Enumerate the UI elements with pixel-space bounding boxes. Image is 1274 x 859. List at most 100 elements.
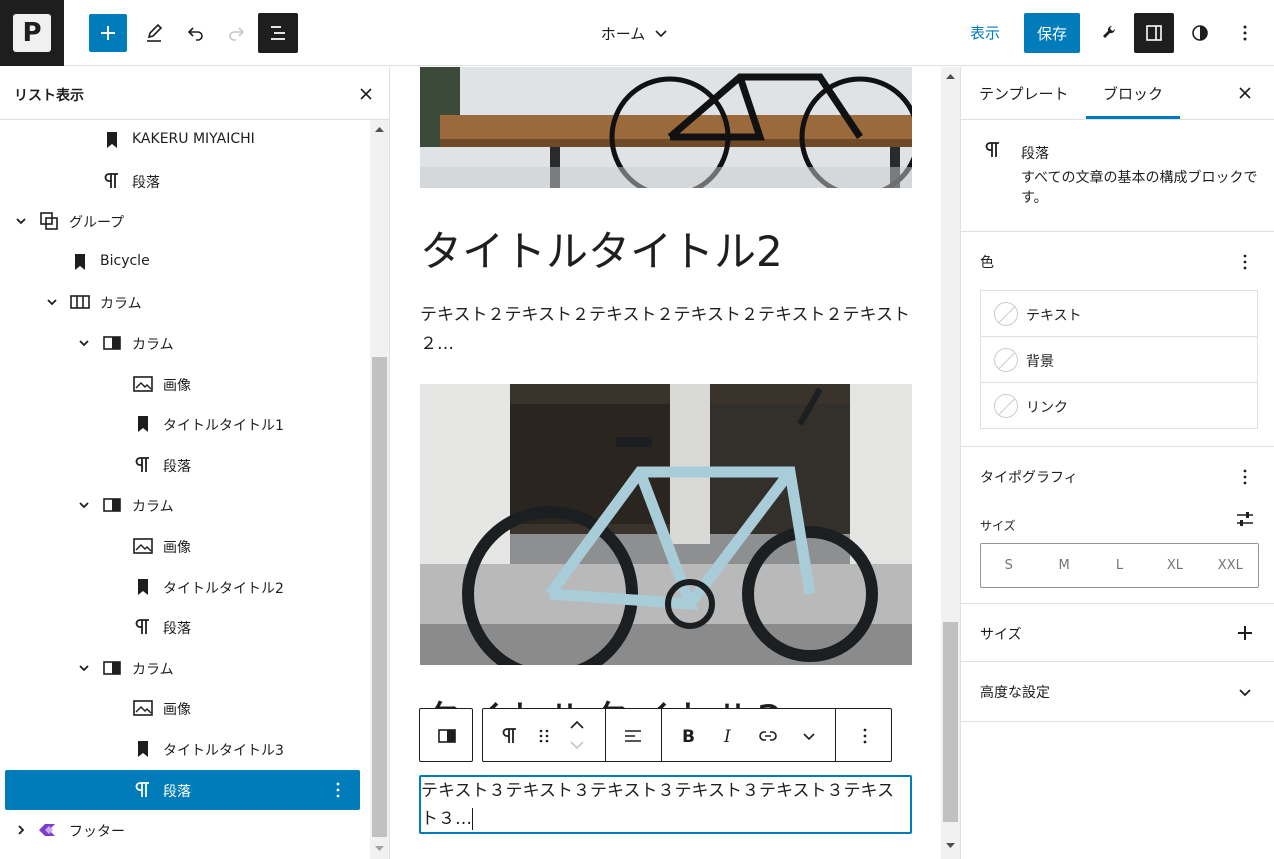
bookmark-icon [138,578,148,595]
chevron-down-icon[interactable] [76,660,92,676]
list-view-item[interactable]: 画像 [5,364,360,404]
list-view-icon [271,26,285,40]
color-panel-title: 色 [980,255,994,271]
list-view-item[interactable]: KAKERU MIYAICHI [5,120,360,160]
italic-icon[interactable]: I [716,724,740,748]
bicycle-image-3[interactable] [420,384,912,665]
close-icon[interactable] [1233,81,1257,105]
color-link-option[interactable]: リンク [981,383,1257,429]
styles-button[interactable] [1180,13,1220,53]
scroll-down-arrow-icon[interactable] [375,844,384,853]
list-view-item[interactable]: タイトルタイトル1 [5,404,360,444]
drag-handle-icon[interactable] [532,724,556,748]
font-size-m[interactable]: M [1036,544,1091,587]
font-size-xl[interactable]: XL [1147,544,1202,587]
font-size-s[interactable]: S [981,544,1036,587]
settings-sliders-icon[interactable] [1233,507,1257,531]
color-swatch [994,302,1018,326]
list-view-item[interactable]: タイトルタイトル2 [5,567,360,607]
list-view-scroll-thumb[interactable] [372,357,387,837]
save-button[interactable]: 保存 [1024,13,1080,53]
block-card-title: 段落 [1021,146,1049,162]
document-title-dropdown[interactable]: ホーム [560,20,710,46]
dimensions-panel-title: サイズ [980,627,1022,643]
chevron-down-icon[interactable] [76,335,92,351]
list-view-item-label: KAKERU MIYAICHI [132,131,255,147]
plus-icon[interactable] [1233,621,1257,645]
align-left-icon[interactable] [621,724,645,748]
more-vertical-icon[interactable] [1233,250,1257,274]
list-view-item[interactable]: 段落 [5,607,360,647]
more-vertical-icon[interactable] [853,724,877,748]
plus-icon [101,26,115,40]
tab-block[interactable]: ブロック [1103,83,1163,104]
move-up-icon[interactable] [565,717,589,733]
chevron-down-icon[interactable] [76,497,92,513]
move-down-icon[interactable] [565,737,589,753]
heading-block-2[interactable]: タイトルタイトル2 [420,218,783,279]
color-text-option[interactable]: テキスト [981,291,1257,337]
chevron-down-icon[interactable] [797,724,821,748]
editor-header: P ホーム 表示 保存 [0,0,1274,66]
list-view-item[interactable]: カラム [5,648,360,688]
canvas-scroll-thumb[interactable] [943,622,958,822]
color-options: テキスト 背景 リンク [980,290,1258,429]
column-icon[interactable] [435,724,459,748]
tab-template[interactable]: テンプレート [979,83,1069,104]
paragraph-block-2[interactable]: テキスト２テキスト２テキスト２テキスト２テキスト２テキスト２… [420,301,912,359]
chevron-right-icon[interactable] [13,822,29,838]
options-button[interactable] [1225,13,1265,53]
font-size-xxl[interactable]: XXL [1203,544,1258,587]
list-view-item[interactable]: 段落 [5,445,360,485]
list-view-item[interactable]: 段落 [5,769,360,810]
list-view-item[interactable]: カラム [5,323,360,363]
preview-button[interactable]: 表示 [970,22,1000,43]
list-view-item[interactable]: Bicycle [5,242,360,282]
scroll-up-arrow-icon[interactable] [946,72,955,81]
link-icon[interactable] [756,724,780,748]
bold-icon[interactable]: B [676,724,700,748]
more-vertical-icon[interactable] [1233,465,1257,489]
add-block-button[interactable] [89,14,127,52]
toolbar-separator [661,709,662,761]
sidebar-tabs: テンプレート ブロック [961,67,1274,120]
column-icon [103,660,121,675]
paragraph-block-3-selected[interactable]: テキスト３テキスト３テキスト３テキスト３テキスト３テキスト３… [419,775,912,834]
canvas-scrollbar[interactable] [941,67,960,859]
close-icon[interactable] [354,82,378,106]
site-logo[interactable]: P [0,0,64,66]
paragraph-icon[interactable] [498,724,522,748]
list-view-item[interactable]: グループ [5,201,360,241]
color-panel: 色 テキスト 背景 リンク [961,232,1274,447]
undo-button[interactable] [176,13,216,53]
chevron-down-icon[interactable] [13,213,29,229]
list-view-toggle[interactable] [258,13,298,53]
scroll-down-arrow-icon[interactable] [946,841,955,850]
list-view-title: リスト表示 [14,88,84,104]
advanced-panel[interactable]: 高度な設定 [961,662,1274,722]
list-view-item[interactable]: カラム [5,282,360,322]
pencil-icon [147,23,163,42]
chevron-down-icon[interactable] [44,294,60,310]
template-part-icon [39,824,55,837]
color-background-option[interactable]: 背景 [981,337,1257,383]
list-view-scrollbar[interactable] [370,120,389,859]
list-view-item[interactable]: 画像 [5,526,360,566]
list-view-item[interactable]: 画像 [5,688,360,728]
redo-button[interactable] [216,13,256,53]
tools-button[interactable] [134,13,174,53]
settings-toggle[interactable] [1134,13,1174,53]
chevron-down-icon[interactable] [1233,680,1257,704]
document-title: ホーム [600,24,646,43]
styles-tools-button[interactable] [1090,13,1130,53]
font-size-l[interactable]: L [1092,544,1147,587]
list-view-item[interactable]: タイトルタイトル3 [5,729,360,769]
list-view-item[interactable]: フッター [5,810,360,850]
more-vertical-icon[interactable] [326,778,350,802]
dimensions-panel[interactable]: サイズ [961,604,1274,662]
list-view-item[interactable]: 段落 [5,161,360,201]
list-view-item[interactable]: カラム [5,485,360,525]
bicycle-image-top[interactable] [420,67,912,188]
scroll-up-arrow-icon[interactable] [375,125,384,134]
list-view-item-label: 段落 [132,174,160,191]
